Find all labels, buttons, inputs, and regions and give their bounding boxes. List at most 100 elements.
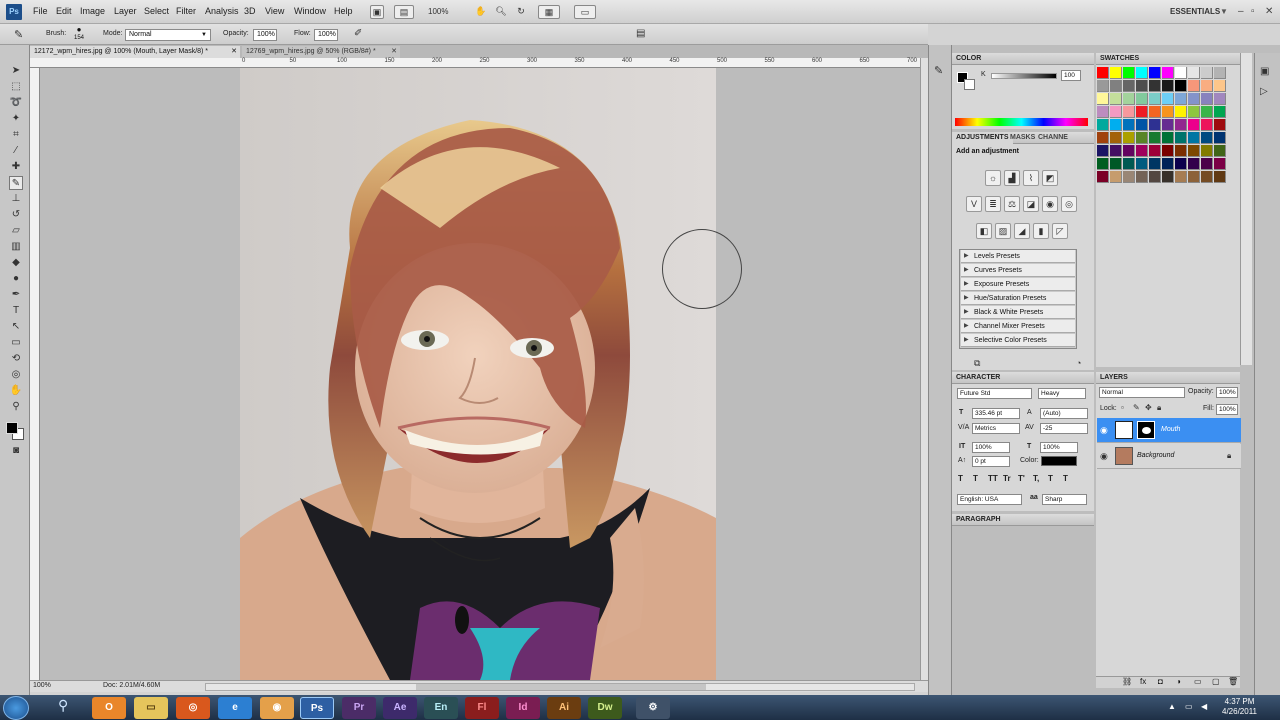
brush-panel-toggle-icon[interactable]: ▤ <box>636 28 645 39</box>
color-swatch[interactable] <box>1188 132 1200 144</box>
lock-all-icon[interactable]: 🔒︎ <box>1157 403 1161 413</box>
close-icon[interactable]: ✕ <box>231 46 237 58</box>
color-swatch[interactable] <box>1188 171 1200 183</box>
color-swatch[interactable] <box>1110 106 1122 118</box>
color-background-swatch[interactable] <box>964 79 975 90</box>
taskbar-media-icon[interactable]: ◉ <box>260 697 294 719</box>
tab-adjustments[interactable]: ADJUSTMENTS <box>952 132 1013 144</box>
mini-bridge-icon[interactable]: ▤ <box>394 5 414 19</box>
airbrush-icon[interactable]: ✐ <box>354 28 362 39</box>
font-size-field[interactable]: 335.46 pt <box>972 408 1020 419</box>
add-mask-icon[interactable]: ◘ <box>1158 677 1163 686</box>
taskbar-folder-icon[interactable]: ▭ <box>134 697 168 719</box>
language-select[interactable]: English: USA <box>957 494 1022 505</box>
color-swatch[interactable] <box>1214 80 1226 92</box>
preset-black-white[interactable]: Black & White Presets <box>961 306 1075 319</box>
menu-edit[interactable]: Edit <box>56 6 72 16</box>
paragraph-panel-header[interactable]: PARAGRAPH <box>952 514 1094 526</box>
color-swatch[interactable] <box>1162 119 1174 131</box>
quick-selection-tool-icon[interactable]: ✦ <box>9 112 23 126</box>
blend-mode-select[interactable]: Normal <box>1099 387 1185 398</box>
layer-style-icon[interactable]: fx <box>1140 677 1146 686</box>
hand-tool-icon[interactable]: ✋ <box>9 384 23 398</box>
taskbar-app-dw-icon[interactable]: Dw <box>588 697 622 719</box>
marquee-tool-icon[interactable]: ⬚ <box>9 80 23 94</box>
color-swatch[interactable] <box>1201 93 1213 105</box>
color-swatch[interactable] <box>1188 158 1200 170</box>
path-selection-tool-icon[interactable]: ↖ <box>9 320 23 334</box>
status-zoom[interactable]: 100% <box>33 682 51 689</box>
quick-mask-icon[interactable]: ◙ <box>9 444 23 458</box>
color-balance-icon[interactable]: ⚖ <box>1004 196 1020 212</box>
levels-icon[interactable]: ▟ <box>1004 170 1020 186</box>
taskbar-photoshop-icon[interactable]: Ps <box>300 697 334 719</box>
new-group-icon[interactable]: ▭ <box>1194 677 1202 686</box>
color-swatch[interactable] <box>1149 93 1161 105</box>
healing-brush-tool-icon[interactable]: ✚ <box>9 160 23 174</box>
color-swatch[interactable] <box>1214 158 1226 170</box>
lasso-tool-icon[interactable]: ➰ <box>9 96 23 110</box>
horizontal-scrollbar[interactable] <box>205 683 915 691</box>
color-swatch[interactable] <box>1214 119 1226 131</box>
character-panel-header[interactable]: CHARACTER <box>952 372 1094 384</box>
color-swatch[interactable] <box>1123 171 1135 183</box>
preset-hue-saturation[interactable]: Hue/Saturation Presets <box>961 292 1075 305</box>
visibility-eye-icon[interactable]: ◉ <box>1100 425 1108 436</box>
taskbar-ie-icon[interactable]: e <box>218 697 252 719</box>
color-swatch[interactable] <box>1188 80 1200 92</box>
color-swatch[interactable] <box>1162 80 1174 92</box>
shape-tool-icon[interactable]: ▭ <box>9 336 23 350</box>
lock-pixels-icon[interactable]: ✎ <box>1133 403 1140 412</box>
chevron-down-icon[interactable]: ▼ <box>1220 7 1228 16</box>
k-slider[interactable] <box>991 73 1057 79</box>
taskbar-app-pr-icon[interactable]: Pr <box>342 697 376 719</box>
link-layers-icon[interactable]: ⛓ <box>1122 677 1132 686</box>
color-swatch[interactable] <box>1123 106 1135 118</box>
type-style-button[interactable]: T <box>973 474 978 483</box>
font-family-select[interactable]: Future Std <box>957 388 1032 399</box>
taskbar-app-ae-icon[interactable]: Ae <box>383 697 417 719</box>
color-swatch[interactable] <box>1175 106 1187 118</box>
minimize-icon[interactable]: – <box>1238 6 1244 17</box>
color-swatch[interactable] <box>1175 67 1187 79</box>
arrange-documents-icon[interactable]: ▦ <box>538 5 560 19</box>
color-swatch[interactable] <box>1201 80 1213 92</box>
color-swatch[interactable] <box>1214 67 1226 79</box>
preset-channel-mixer[interactable]: Channel Mixer Presets <box>961 320 1075 333</box>
color-swatch[interactable] <box>1162 106 1174 118</box>
type-style-button[interactable]: TT <box>988 474 998 483</box>
type-style-button[interactable]: T <box>1048 474 1053 483</box>
actions-panel-icon[interactable]: ▷ <box>1260 86 1268 97</box>
color-swatch[interactable] <box>1162 145 1174 157</box>
color-swatch[interactable] <box>1136 158 1148 170</box>
gradient-map-icon[interactable]: ▮ <box>1033 223 1049 239</box>
eraser-tool-icon[interactable]: ▱ <box>9 224 23 238</box>
color-swatch[interactable] <box>1149 106 1161 118</box>
search-icon[interactable]: ⚲ <box>58 697 68 714</box>
type-style-button[interactable]: T <box>958 474 963 483</box>
color-swatch[interactable] <box>1201 171 1213 183</box>
color-swatch[interactable] <box>1149 67 1161 79</box>
color-swatch[interactable] <box>1123 145 1135 157</box>
brightness-contrast-icon[interactable]: ☼ <box>985 170 1001 186</box>
color-swatch[interactable] <box>1097 93 1109 105</box>
close-icon[interactable]: ✕ <box>1265 6 1273 17</box>
layer-row-mouth[interactable]: ◉ Mouth <box>1097 418 1241 443</box>
photo-filter-icon[interactable]: ◉ <box>1042 196 1058 212</box>
color-swatch[interactable] <box>1097 67 1109 79</box>
history-brush-tool-icon[interactable]: ↺ <box>9 208 23 222</box>
antialias-select[interactable]: Sharp <box>1042 494 1087 505</box>
taskbar-app-ai-icon[interactable]: Ai <box>547 697 581 719</box>
exposure-icon[interactable]: ◩ <box>1042 170 1058 186</box>
eyedropper-tool-icon[interactable]: ⁄ <box>9 144 23 158</box>
color-panel-header[interactable]: COLOR <box>952 53 1094 65</box>
color-swatch[interactable] <box>1175 119 1187 131</box>
color-swatch[interactable] <box>1097 132 1109 144</box>
color-swatch[interactable] <box>1188 119 1200 131</box>
flow-field[interactable]: 100% <box>314 29 338 41</box>
crop-tool-icon[interactable]: ⌗ <box>9 128 23 142</box>
color-swatch[interactable] <box>1110 145 1122 157</box>
menu-window[interactable]: Window <box>294 6 326 16</box>
color-swatch[interactable] <box>1110 119 1122 131</box>
color-spectrum[interactable] <box>955 118 1088 126</box>
